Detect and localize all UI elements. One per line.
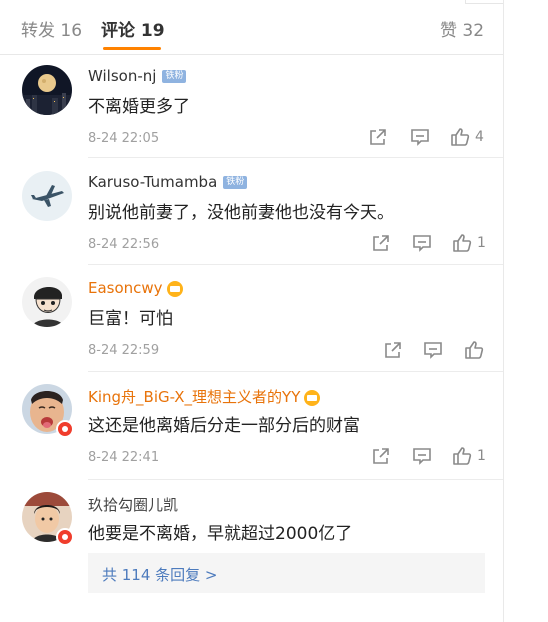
username-text: Easoncwy bbox=[88, 279, 163, 297]
tab-likes[interactable]: 赞 32 bbox=[440, 16, 484, 41]
share-button[interactable] bbox=[371, 446, 391, 466]
username-text: Karuso-Tumamba bbox=[88, 173, 218, 191]
tab-reposts[interactable]: 转发 16 bbox=[21, 16, 82, 41]
like-count: 1 bbox=[477, 235, 486, 251]
like-icon bbox=[453, 447, 472, 465]
comment-time: 8-24 22:59 bbox=[88, 343, 160, 358]
comment-text: 这还是他离婚后分走一部分后的财富 bbox=[88, 416, 360, 436]
reply-button[interactable] bbox=[412, 446, 432, 466]
avatar-cartoon-face-image bbox=[22, 277, 72, 327]
like-button[interactable]: 1 bbox=[452, 446, 486, 466]
comment-icon bbox=[413, 235, 431, 252]
avatar-night-city-image bbox=[22, 65, 72, 115]
window-edge bbox=[503, 0, 504, 622]
comment-item: Wilson-nj 铁粉 不离婚更多了 8-24 22:05 4 bbox=[0, 65, 503, 158]
divider bbox=[88, 264, 503, 265]
reply-button[interactable] bbox=[423, 340, 443, 360]
comment-icon bbox=[413, 448, 431, 465]
comment-icon bbox=[411, 129, 429, 146]
like-count: 4 bbox=[475, 129, 484, 145]
username[interactable]: Easoncwy bbox=[88, 279, 183, 297]
tab-comments[interactable]: 评论 19 bbox=[101, 16, 165, 50]
divider bbox=[88, 479, 503, 480]
comment-item: Easoncwy 巨富！可怕 8-24 22:59 bbox=[0, 277, 503, 372]
comment-text: 巨富！可怕 bbox=[88, 309, 173, 329]
fan-badge: 铁粉 bbox=[162, 70, 187, 83]
comment-time: 8-24 22:05 bbox=[88, 131, 160, 146]
vip-badge-icon bbox=[56, 420, 74, 438]
avatar[interactable] bbox=[22, 65, 72, 115]
username[interactable]: Karuso-Tumamba 铁粉 bbox=[88, 173, 248, 191]
username-text: King舟_BiG-X_理想主义者的YY bbox=[88, 388, 301, 406]
username-text: Wilson-nj bbox=[88, 67, 157, 85]
like-button[interactable]: 4 bbox=[450, 127, 484, 147]
reply-button[interactable] bbox=[412, 233, 432, 253]
fan-badge: 铁粉 bbox=[223, 176, 248, 189]
comment-item: Karuso-Tumamba 铁粉 别说他前妻了，没他前妻他也没有今天。 8-24… bbox=[0, 171, 503, 265]
share-button[interactable] bbox=[371, 233, 391, 253]
avatar-airplane-image bbox=[22, 171, 72, 221]
comment-text: 他要是不离婚，早就超过2000亿了 bbox=[88, 524, 353, 544]
crown-icon bbox=[166, 280, 183, 297]
like-button[interactable] bbox=[464, 340, 484, 360]
share-button[interactable] bbox=[368, 127, 388, 147]
avatar[interactable] bbox=[22, 171, 72, 221]
like-button[interactable]: 1 bbox=[452, 233, 486, 253]
comment-item: 玖拾勾圈儿凯 他要是不离婚，早就超过2000亿了 共 114 条回复 > bbox=[0, 492, 503, 622]
view-replies-button[interactable]: 共 114 条回复 > bbox=[88, 553, 485, 593]
divider bbox=[88, 371, 503, 372]
active-tab-indicator bbox=[103, 47, 161, 50]
share-icon bbox=[373, 235, 389, 251]
share-button[interactable] bbox=[383, 340, 403, 360]
username[interactable]: 玖拾勾圈儿凯 bbox=[88, 494, 178, 515]
vip-badge-icon bbox=[56, 528, 74, 546]
tab-bar: 转发 16 评论 19 赞 32 bbox=[0, 0, 503, 55]
comment-item: King舟_BiG-X_理想主义者的YY 这还是他离婚后分走一部分后的财富 8-… bbox=[0, 384, 503, 480]
comment-text: 不离婚更多了 bbox=[88, 97, 190, 117]
like-icon bbox=[465, 341, 484, 359]
avatar[interactable] bbox=[22, 277, 72, 327]
crown-icon bbox=[304, 389, 321, 406]
username[interactable]: King舟_BiG-X_理想主义者的YY bbox=[88, 386, 321, 407]
reply-summary: 共 114 条回复 > bbox=[102, 566, 218, 584]
share-icon bbox=[385, 342, 401, 358]
share-icon bbox=[373, 448, 389, 464]
comment-time: 8-24 22:56 bbox=[88, 237, 160, 252]
comment-icon bbox=[424, 342, 442, 359]
divider bbox=[88, 157, 503, 158]
comment-text: 别说他前妻了，没他前妻他也没有今天。 bbox=[88, 203, 394, 223]
comment-time: 8-24 22:41 bbox=[88, 450, 160, 465]
like-icon bbox=[453, 234, 472, 252]
username[interactable]: Wilson-nj 铁粉 bbox=[88, 67, 187, 85]
like-count: 1 bbox=[477, 448, 486, 464]
share-icon bbox=[370, 129, 386, 145]
like-icon bbox=[451, 128, 470, 146]
tab-comments-label: 评论 19 bbox=[101, 21, 165, 41]
truncated-action-row bbox=[88, 604, 488, 622]
reply-button[interactable] bbox=[410, 127, 430, 147]
